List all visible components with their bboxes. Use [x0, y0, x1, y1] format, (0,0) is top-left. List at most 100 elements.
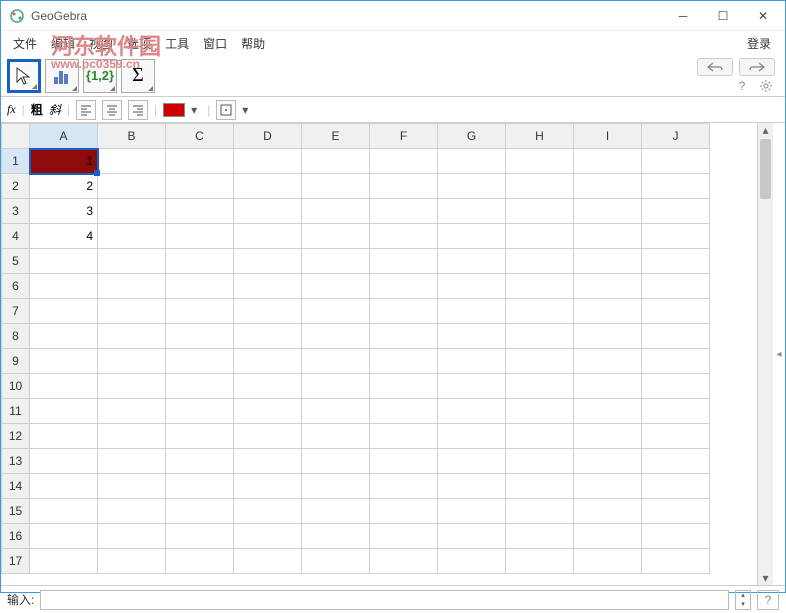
- column-header-B[interactable]: B: [98, 124, 166, 149]
- cell-A2[interactable]: 2: [30, 174, 98, 199]
- cell-G3[interactable]: [438, 199, 506, 224]
- cell-D12[interactable]: [234, 424, 302, 449]
- menu-edit[interactable]: 编辑: [45, 33, 81, 54]
- cell-A7[interactable]: [30, 299, 98, 324]
- cell-G11[interactable]: [438, 399, 506, 424]
- cell-F6[interactable]: [370, 274, 438, 299]
- cell-H6[interactable]: [506, 274, 574, 299]
- cell-F7[interactable]: [370, 299, 438, 324]
- cell-I11[interactable]: [574, 399, 642, 424]
- cell-B15[interactable]: [98, 499, 166, 524]
- cell-E11[interactable]: [302, 399, 370, 424]
- cell-E10[interactable]: [302, 374, 370, 399]
- row-header-4[interactable]: 4: [2, 224, 30, 249]
- cell-I8[interactable]: [574, 324, 642, 349]
- cell-D6[interactable]: [234, 274, 302, 299]
- cell-A8[interactable]: [30, 324, 98, 349]
- cell-F12[interactable]: [370, 424, 438, 449]
- cell-F1[interactable]: [370, 149, 438, 174]
- cell-B8[interactable]: [98, 324, 166, 349]
- cell-A9[interactable]: [30, 349, 98, 374]
- cell-I5[interactable]: [574, 249, 642, 274]
- cell-C3[interactable]: [166, 199, 234, 224]
- cell-F2[interactable]: [370, 174, 438, 199]
- cell-A4[interactable]: 4: [30, 224, 98, 249]
- cell-G10[interactable]: [438, 374, 506, 399]
- cell-J3[interactable]: [642, 199, 710, 224]
- cell-A17[interactable]: [30, 549, 98, 574]
- cell-B6[interactable]: [98, 274, 166, 299]
- cell-A5[interactable]: [30, 249, 98, 274]
- cell-G15[interactable]: [438, 499, 506, 524]
- column-header-C[interactable]: C: [166, 124, 234, 149]
- cell-C6[interactable]: [166, 274, 234, 299]
- cell-I14[interactable]: [574, 474, 642, 499]
- cell-E6[interactable]: [302, 274, 370, 299]
- cell-G17[interactable]: [438, 549, 506, 574]
- redo-button[interactable]: [739, 58, 775, 76]
- cell-J7[interactable]: [642, 299, 710, 324]
- cell-H10[interactable]: [506, 374, 574, 399]
- scroll-up-icon[interactable]: ▴: [758, 123, 773, 137]
- cell-E5[interactable]: [302, 249, 370, 274]
- menu-window[interactable]: 窗口: [197, 33, 233, 54]
- border-button[interactable]: [216, 100, 236, 120]
- menu-tools[interactable]: 工具: [159, 33, 195, 54]
- cell-G13[interactable]: [438, 449, 506, 474]
- column-header-G[interactable]: G: [438, 124, 506, 149]
- cell-H9[interactable]: [506, 349, 574, 374]
- column-header-A[interactable]: A: [30, 124, 98, 149]
- side-panel-toggle[interactable]: ◂: [773, 123, 785, 585]
- row-header-11[interactable]: 11: [2, 399, 30, 424]
- menu-file[interactable]: 文件: [7, 33, 43, 54]
- cell-E1[interactable]: [302, 149, 370, 174]
- cell-I13[interactable]: [574, 449, 642, 474]
- bold-button[interactable]: 粗: [31, 101, 43, 118]
- row-header-12[interactable]: 12: [2, 424, 30, 449]
- tool-list[interactable]: {1,2}: [83, 59, 117, 93]
- cell-B17[interactable]: [98, 549, 166, 574]
- tool-sum[interactable]: Σ: [121, 59, 155, 93]
- cell-I1[interactable]: [574, 149, 642, 174]
- cell-D9[interactable]: [234, 349, 302, 374]
- menu-options[interactable]: 选项: [121, 33, 157, 54]
- cell-H4[interactable]: [506, 224, 574, 249]
- cell-J17[interactable]: [642, 549, 710, 574]
- fx-button[interactable]: fx: [7, 102, 16, 117]
- cell-D2[interactable]: [234, 174, 302, 199]
- cell-E3[interactable]: [302, 199, 370, 224]
- cell-J8[interactable]: [642, 324, 710, 349]
- column-header-D[interactable]: D: [234, 124, 302, 149]
- cell-C7[interactable]: [166, 299, 234, 324]
- cell-E4[interactable]: [302, 224, 370, 249]
- cell-D13[interactable]: [234, 449, 302, 474]
- cell-H2[interactable]: [506, 174, 574, 199]
- cell-J6[interactable]: [642, 274, 710, 299]
- cell-D1[interactable]: [234, 149, 302, 174]
- cell-C5[interactable]: [166, 249, 234, 274]
- cell-F16[interactable]: [370, 524, 438, 549]
- cell-B14[interactable]: [98, 474, 166, 499]
- cell-I15[interactable]: [574, 499, 642, 524]
- cell-F14[interactable]: [370, 474, 438, 499]
- cell-D15[interactable]: [234, 499, 302, 524]
- cell-D5[interactable]: [234, 249, 302, 274]
- cell-A10[interactable]: [30, 374, 98, 399]
- tool-move[interactable]: [7, 59, 41, 93]
- scroll-down-icon[interactable]: ▾: [758, 571, 773, 585]
- cell-A12[interactable]: [30, 424, 98, 449]
- cell-F10[interactable]: [370, 374, 438, 399]
- cell-C12[interactable]: [166, 424, 234, 449]
- cell-J12[interactable]: [642, 424, 710, 449]
- cell-B7[interactable]: [98, 299, 166, 324]
- cell-B13[interactable]: [98, 449, 166, 474]
- border-dropdown[interactable]: ▾: [242, 103, 252, 117]
- cell-C1[interactable]: [166, 149, 234, 174]
- row-header-9[interactable]: 9: [2, 349, 30, 374]
- cell-G4[interactable]: [438, 224, 506, 249]
- cell-G6[interactable]: [438, 274, 506, 299]
- column-header-E[interactable]: E: [302, 124, 370, 149]
- cell-F13[interactable]: [370, 449, 438, 474]
- fill-color-dropdown[interactable]: ▾: [191, 103, 201, 117]
- cell-C17[interactable]: [166, 549, 234, 574]
